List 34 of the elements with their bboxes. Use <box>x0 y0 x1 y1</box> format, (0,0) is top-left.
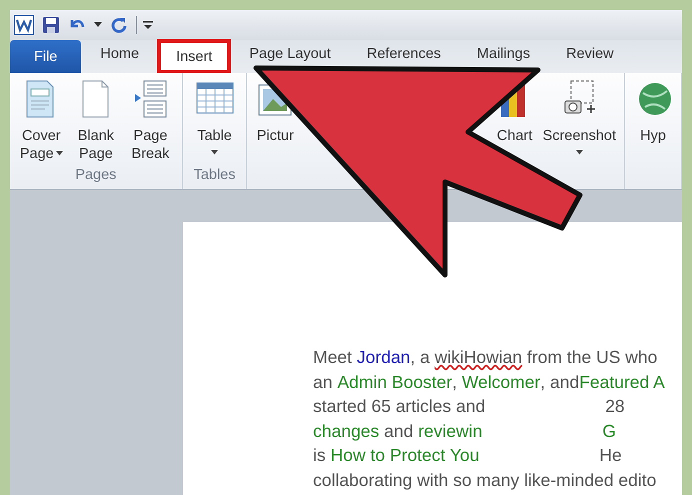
caret-icon[interactable] <box>94 22 102 28</box>
page-break-icon <box>135 80 167 118</box>
screenshot-icon <box>564 80 596 114</box>
ribbon-tab[interactable]: Page Layout <box>232 43 348 64</box>
document-text-line: Meet Jordan, a wikiHowian from the US who <box>313 346 658 369</box>
ribbon-tab[interactable]: Insert <box>158 40 230 73</box>
file-tab[interactable]: File <box>10 40 82 73</box>
group-label: Tables <box>192 167 236 185</box>
document-text-line: changes and reviewin G <box>313 420 617 443</box>
ribbon-button-label[interactable]: Screenshot <box>542 127 616 145</box>
document-text-line: collaborating with so many like-minded edito <box>313 468 658 492</box>
ribbon-button-label[interactable]: Chart <box>496 127 532 145</box>
ribbon-tab[interactable]: Home <box>83 43 156 64</box>
ribbon-tab[interactable]: Mailings <box>460 43 548 64</box>
ribbon-button-label[interactable]: Table <box>197 127 232 145</box>
document-text-line: an Admin Booster, Welcomer, andFeatured A <box>313 370 666 394</box>
document-text-line: started 65 articles and 28 <box>313 395 626 418</box>
customize-icon[interactable] <box>143 20 153 30</box>
ribbon-button-label[interactable]: Cover Page <box>18 127 65 163</box>
ribbon-button-label[interactable]: Pictur <box>256 127 294 145</box>
group-label: Pages <box>74 167 118 185</box>
ribbon-button-label[interactable]: Blank Page <box>72 127 120 163</box>
globe-icon <box>639 83 672 115</box>
ribbon-button-label[interactable]: Hyp <box>640 127 666 145</box>
word-logo-icon[interactable] <box>14 15 34 35</box>
ribbon-tab[interactable]: References <box>350 43 458 64</box>
save-icon[interactable] <box>42 16 60 34</box>
table-icon <box>196 82 234 114</box>
ribbon-tab[interactable]: Review <box>549 43 631 64</box>
redo-icon[interactable] <box>110 16 128 34</box>
ribbon-button-label[interactable]: Page Break <box>127 127 174 163</box>
document-text-line: is How to Protect You He <box>313 444 623 467</box>
blank-page-icon <box>82 80 108 118</box>
cover-page-icon <box>26 80 54 118</box>
